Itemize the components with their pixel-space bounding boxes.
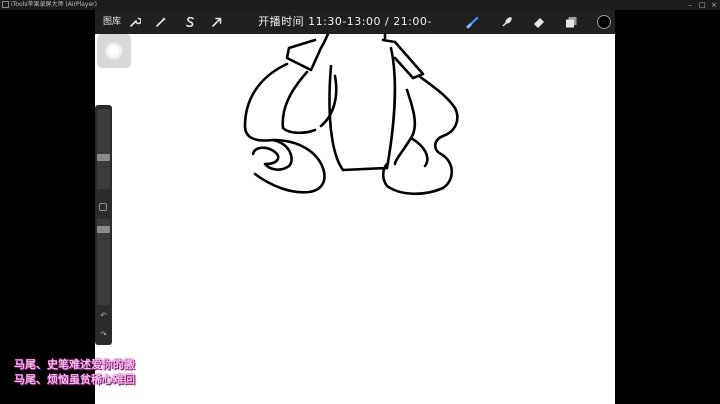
brush-icon[interactable] xyxy=(465,14,481,30)
selection-s-icon[interactable] xyxy=(182,14,198,30)
window-title: iTools苹果录屏大师 (AirPlayer) xyxy=(11,1,97,8)
drawing-canvas[interactable] xyxy=(95,34,615,404)
modify-button[interactable] xyxy=(99,203,107,211)
wrench-icon[interactable] xyxy=(127,14,143,30)
color-picker-swatch[interactable] xyxy=(597,15,611,29)
top-toolbar: 图库 开播时间 11:30-13:00 / 21:00-22:30 xyxy=(95,10,615,52)
maximize-button[interactable]: □ xyxy=(699,2,706,9)
smudge-icon[interactable] xyxy=(499,14,515,30)
window-controls: – □ × xyxy=(687,0,717,10)
eraser-icon[interactable] xyxy=(531,14,547,30)
magic-wand-icon[interactable] xyxy=(153,14,169,30)
ticker-line-2: 马尾、烦恼虽贫稀心难回 xyxy=(14,373,135,386)
redo-button[interactable]: ↷ xyxy=(98,330,109,340)
brush-preview-button[interactable] xyxy=(97,34,131,68)
gallery-button[interactable]: 图库 xyxy=(103,10,121,34)
ticker-line-1: 马尾、史笔难述爱你的搬 xyxy=(14,358,135,371)
brush-size-thumb[interactable] xyxy=(97,154,110,161)
arrow-cursor-icon[interactable] xyxy=(209,14,225,30)
undo-button[interactable]: ↶ xyxy=(98,311,109,321)
brush-preview-dot xyxy=(105,42,123,60)
brush-size-slider[interactable] xyxy=(97,109,110,189)
brush-sidebar: ↶ ↷ xyxy=(95,105,112,345)
minimize-button[interactable]: – xyxy=(687,2,693,9)
window-titlebar: iTools苹果录屏大师 (AirPlayer) – □ × xyxy=(0,0,720,10)
brush-opacity-thumb[interactable] xyxy=(97,226,110,233)
layers-icon[interactable] xyxy=(563,14,579,30)
app-icon xyxy=(2,1,9,8)
close-button[interactable]: × xyxy=(711,2,717,9)
line-art-drawing xyxy=(243,34,459,196)
